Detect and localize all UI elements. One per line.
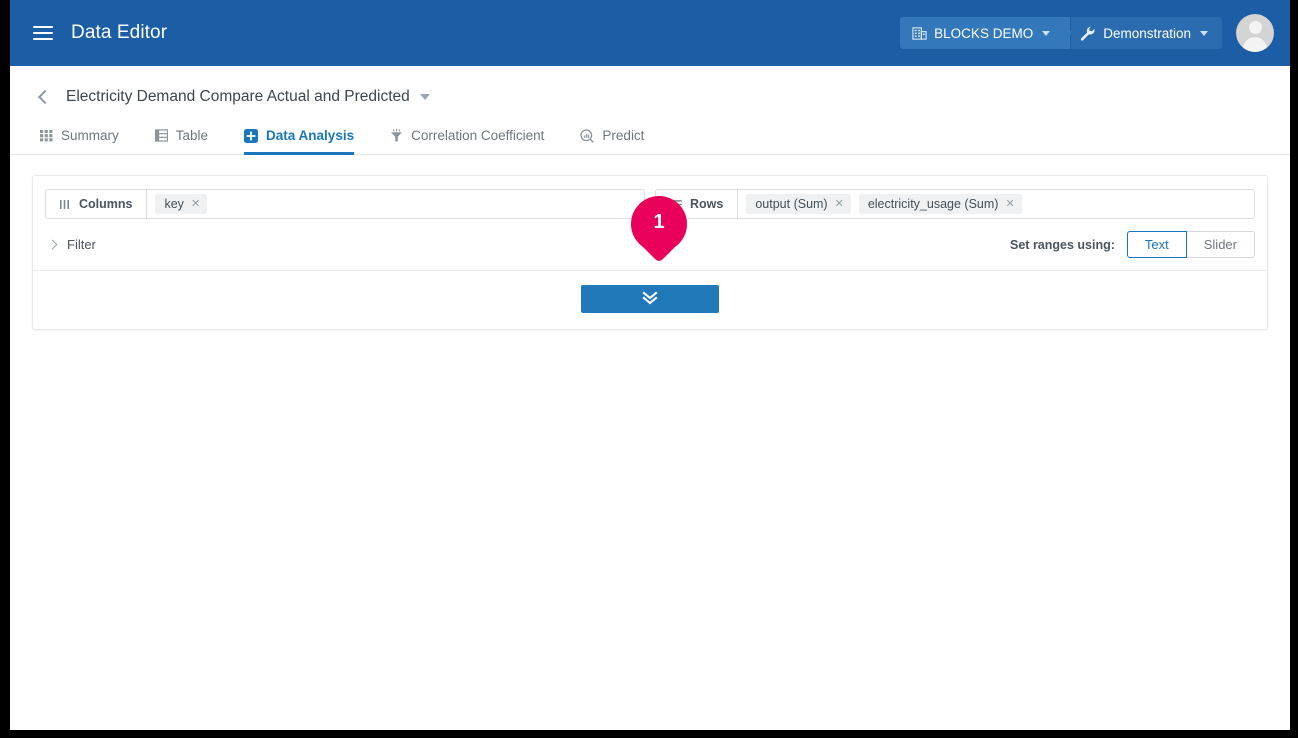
tab-bar: Summary Table Data Analysis Correlation … — [10, 123, 1290, 155]
shelf-row: Columns key ✕ Rows output (Sum) ✕ electr… — [33, 176, 1267, 219]
workspace-label: BLOCKS DEMO — [934, 25, 1034, 41]
workspace-selector[interactable]: BLOCKS DEMO — [900, 17, 1071, 49]
table-icon — [154, 129, 168, 142]
project-caret-down-icon — [1200, 30, 1208, 36]
app-header-right: BLOCKS DEMO Demonstration — [900, 14, 1290, 52]
expand-area — [33, 271, 1267, 329]
app-window: Data Editor BLOCKS DEMO Demonstration El… — [10, 0, 1290, 730]
app-title: Data Editor — [71, 22, 168, 43]
chip-key[interactable]: key ✕ — [155, 194, 208, 214]
chip-electricity-usage-sum[interactable]: electricity_usage (Sum) ✕ — [858, 194, 1022, 214]
project-label: Demonstration — [1103, 25, 1191, 41]
filter-label: Filter — [67, 237, 96, 252]
range-mode-text-button[interactable]: Text — [1126, 231, 1187, 258]
tab-data-analysis-label: Data Analysis — [266, 128, 355, 143]
magnifier-chart-icon — [580, 128, 595, 143]
range-mode-slider-button[interactable]: Slider — [1185, 231, 1255, 258]
set-ranges-control: Set ranges using: Text Slider — [1010, 231, 1255, 258]
tab-summary[interactable]: Summary — [40, 128, 119, 155]
double-chevron-down-icon — [641, 290, 659, 309]
rows-icon — [670, 199, 682, 210]
chip-electricity-usage-sum-close-icon[interactable]: ✕ — [1005, 198, 1014, 210]
plus-square-icon — [244, 128, 259, 143]
wrench-icon — [1079, 25, 1096, 42]
columns-shelf-label: Columns — [79, 197, 133, 211]
columns-shelf[interactable]: Columns key ✕ — [45, 189, 645, 219]
workspace-breadcrumb-group: BLOCKS DEMO Demonstration — [900, 17, 1222, 49]
funnel-icon — [390, 128, 403, 143]
page-title-row: Electricity Demand Compare Actual and Pr… — [10, 81, 1290, 113]
expand-panel-button[interactable] — [581, 285, 719, 313]
tab-table-label: Table — [175, 128, 209, 143]
chip-output-sum-close-icon[interactable]: ✕ — [835, 198, 844, 210]
user-avatar[interactable] — [1236, 14, 1274, 52]
filter-toggle[interactable]: Filter — [47, 237, 96, 252]
project-selector[interactable]: Demonstration — [1071, 17, 1222, 49]
tab-predict-label: Predict — [602, 128, 645, 143]
tab-correlation-coefficient-label: Correlation Coefficient — [411, 128, 545, 143]
page-title: Electricity Demand Compare Actual and Pr… — [66, 88, 410, 105]
chip-key-close-icon[interactable]: ✕ — [191, 198, 200, 210]
tab-table[interactable]: Table — [154, 128, 209, 155]
chip-output-sum[interactable]: output (Sum) ✕ — [746, 194, 851, 214]
range-mode-segmented-control: Text Slider — [1126, 231, 1255, 258]
building-icon — [912, 26, 927, 41]
workspace-caret-down-icon — [1042, 30, 1051, 36]
rows-chip-list: output (Sum) ✕ electricity_usage (Sum) ✕ — [738, 194, 1029, 214]
filter-row: Filter Set ranges using: Text Slider — [33, 219, 1267, 271]
columns-chip-list: key ✕ — [147, 194, 215, 214]
back-chevron-left-icon[interactable] — [37, 89, 53, 105]
grid-icon — [40, 129, 53, 142]
rows-shelf-label: Rows — [690, 197, 724, 211]
data-analysis-panel: Columns key ✕ Rows output (Sum) ✕ electr… — [32, 175, 1268, 330]
tab-data-analysis[interactable]: Data Analysis — [244, 128, 355, 155]
chevron-right-icon — [47, 239, 58, 250]
tab-correlation-coefficient[interactable]: Correlation Coefficient — [390, 128, 544, 155]
columns-shelf-button[interactable]: Columns — [46, 190, 148, 218]
columns-icon — [60, 199, 71, 210]
rows-shelf-button[interactable]: Rows — [656, 190, 739, 218]
avatar-body — [1243, 37, 1267, 52]
set-ranges-label: Set ranges using: — [1010, 237, 1115, 252]
app-header-bar: Data Editor BLOCKS DEMO Demonstration — [10, 0, 1290, 66]
rows-shelf[interactable]: Rows output (Sum) ✕ electricity_usage (S… — [655, 189, 1255, 219]
tab-summary-label: Summary — [61, 128, 119, 143]
tab-predict[interactable]: Predict — [580, 128, 644, 155]
hamburger-menu-icon[interactable] — [33, 25, 53, 41]
chip-electricity-usage-sum-label: electricity_usage (Sum) — [867, 197, 999, 211]
page-title-caret-down-icon[interactable] — [419, 94, 430, 100]
chip-key-label: key — [164, 197, 184, 211]
page-header: Electricity Demand Compare Actual and Pr… — [10, 66, 1290, 155]
avatar-head — [1248, 21, 1262, 34]
chip-output-sum-label: output (Sum) — [755, 197, 828, 211]
